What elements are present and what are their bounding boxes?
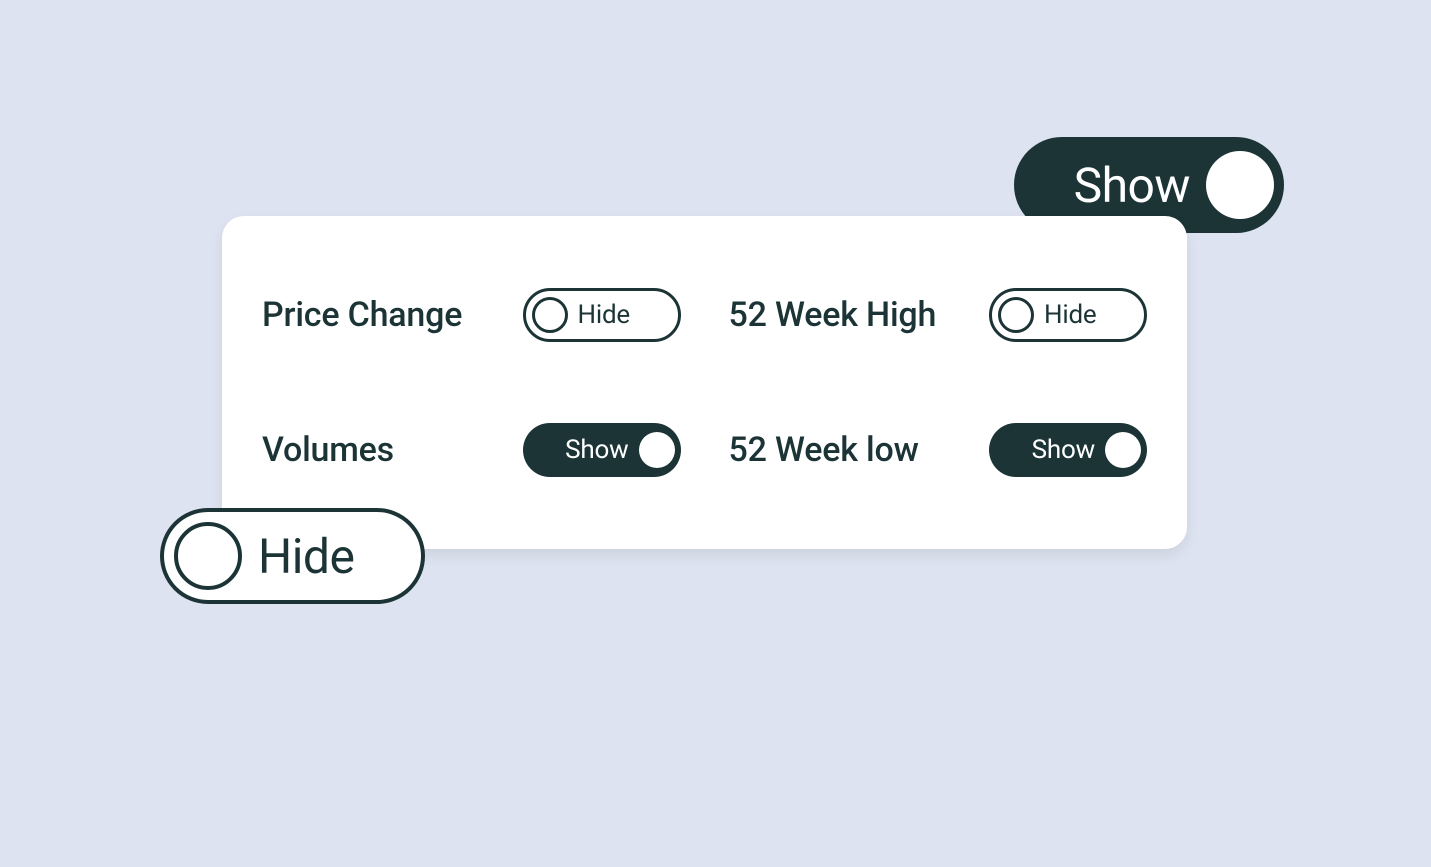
setting-price-change: Price Change Hide	[262, 288, 681, 342]
setting-volumes: Volumes Show	[262, 423, 681, 477]
floating-hide-toggle-label: Hide	[258, 528, 354, 585]
volumes-toggle-label: Show	[565, 435, 628, 465]
week-low-toggle[interactable]: Show	[989, 423, 1147, 477]
toggle-knob-icon	[1105, 432, 1141, 468]
toggle-knob-icon	[174, 522, 242, 590]
setting-52-week-low-label: 52 Week low	[729, 430, 919, 470]
setting-price-change-label: Price Change	[262, 295, 462, 335]
setting-52-week-high: 52 Week High Hide	[729, 288, 1148, 342]
week-high-toggle[interactable]: Hide	[989, 288, 1147, 342]
toggle-knob-icon	[1206, 151, 1274, 219]
floating-hide-toggle[interactable]: Hide	[160, 508, 425, 604]
volumes-toggle[interactable]: Show	[523, 423, 681, 477]
toggle-knob-icon	[532, 297, 568, 333]
price-change-toggle-label: Hide	[578, 300, 631, 330]
toggle-knob-icon	[639, 432, 675, 468]
toggle-knob-icon	[998, 297, 1034, 333]
week-low-toggle-label: Show	[1032, 435, 1095, 465]
floating-show-toggle-label: Show	[1074, 157, 1190, 214]
setting-52-week-high-label: 52 Week High	[729, 295, 937, 335]
setting-52-week-low: 52 Week low Show	[729, 423, 1148, 477]
setting-volumes-label: Volumes	[262, 430, 394, 470]
price-change-toggle[interactable]: Hide	[523, 288, 681, 342]
settings-card: Price Change Hide 52 Week High Hide Volu…	[222, 216, 1187, 549]
week-high-toggle-label: Hide	[1044, 300, 1097, 330]
